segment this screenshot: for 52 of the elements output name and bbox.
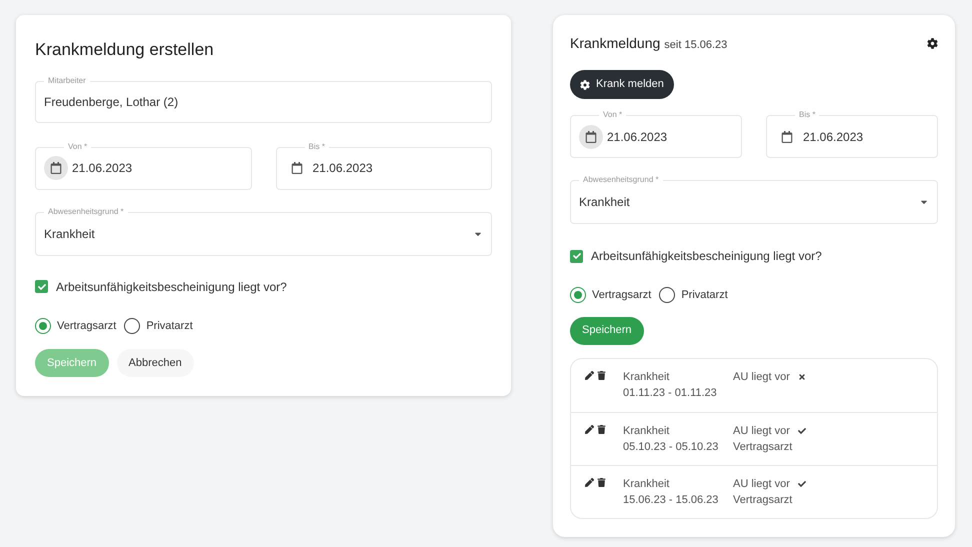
field-value: 21.06.2023 bbox=[607, 128, 668, 146]
edit-icon[interactable] bbox=[585, 478, 594, 486]
form-title: Krankmeldung erstellen bbox=[35, 39, 215, 61]
delete-icon[interactable] bbox=[597, 424, 606, 434]
checkbox[interactable] bbox=[570, 250, 583, 262]
radio-label: Privatarzt bbox=[681, 288, 728, 303]
radio-label: Vertragsarzt bbox=[57, 318, 116, 334]
field-label: Abwesenheitsgrund * bbox=[579, 174, 663, 186]
entry-reason: Krankheit bbox=[623, 370, 670, 384]
field-value: Freudenberge, Lothar (2) bbox=[44, 94, 178, 110]
radio-label: Vertragsarzt bbox=[592, 288, 652, 303]
delete-icon[interactable] bbox=[597, 370, 606, 380]
field-value: Krankheit bbox=[44, 226, 95, 242]
delete-icon[interactable] bbox=[597, 478, 606, 486]
radio-button[interactable] bbox=[659, 287, 676, 304]
radio-button[interactable] bbox=[124, 318, 140, 334]
gear-icon bbox=[580, 80, 590, 90]
radio-button[interactable] bbox=[35, 318, 51, 334]
settings-icon[interactable] bbox=[927, 38, 938, 49]
field-label: Bis * bbox=[304, 140, 329, 152]
field-value: Krankheit bbox=[579, 194, 630, 211]
edit-icon[interactable] bbox=[585, 424, 594, 434]
cancel-button[interactable]: Abbrechen bbox=[116, 349, 194, 377]
checkbox-label: Arbeitsunfähigkeitsbescheinigung liegt vor? bbox=[591, 248, 822, 265]
panel-title: Krankmeldung bbox=[570, 34, 660, 53]
panel-subtitle: seit 15.06.23 bbox=[664, 38, 728, 53]
calendar-icon[interactable] bbox=[579, 124, 603, 148]
field-label: Abwesenheitsgrund * bbox=[44, 206, 128, 218]
checkbox[interactable] bbox=[35, 280, 48, 293]
entry-period: 01.11.23 - 01.11.23 bbox=[623, 386, 718, 400]
entry-reason: Krankheit bbox=[623, 424, 670, 438]
radio-button[interactable] bbox=[570, 287, 586, 304]
report-sick-button[interactable]: Krank melden bbox=[570, 70, 674, 99]
au-status: AU liegt vor bbox=[733, 476, 790, 492]
entry-period: 05.10.23 - 05.10.23 bbox=[623, 440, 720, 454]
entry-reason: Krankheit bbox=[623, 476, 670, 492]
check-icon bbox=[572, 252, 580, 260]
field-label: Von * bbox=[64, 140, 92, 152]
field-value: 21.06.2023 bbox=[803, 128, 864, 146]
entry-period: 15.06.23 - 15.06.23 bbox=[623, 492, 720, 508]
field-value: 21.06.2023 bbox=[312, 160, 373, 177]
edit-icon[interactable] bbox=[585, 370, 594, 380]
field-label: Mitarbeiter bbox=[44, 74, 90, 86]
checkbox-label: Arbeitsunfähigkeitsbescheinigung liegt vor? bbox=[56, 278, 287, 296]
entry-doctor: Vertragsarzt bbox=[733, 440, 794, 454]
field-value: 21.06.2023 bbox=[72, 160, 132, 177]
radio-label: Privatarzt bbox=[146, 318, 193, 334]
entry-doctor: Vertragsarzt bbox=[733, 492, 794, 508]
calendar-icon[interactable] bbox=[44, 156, 68, 180]
au-status: AU liegt vor bbox=[733, 424, 790, 438]
check-icon bbox=[38, 282, 46, 290]
au-status: AU liegt vor bbox=[733, 370, 790, 384]
